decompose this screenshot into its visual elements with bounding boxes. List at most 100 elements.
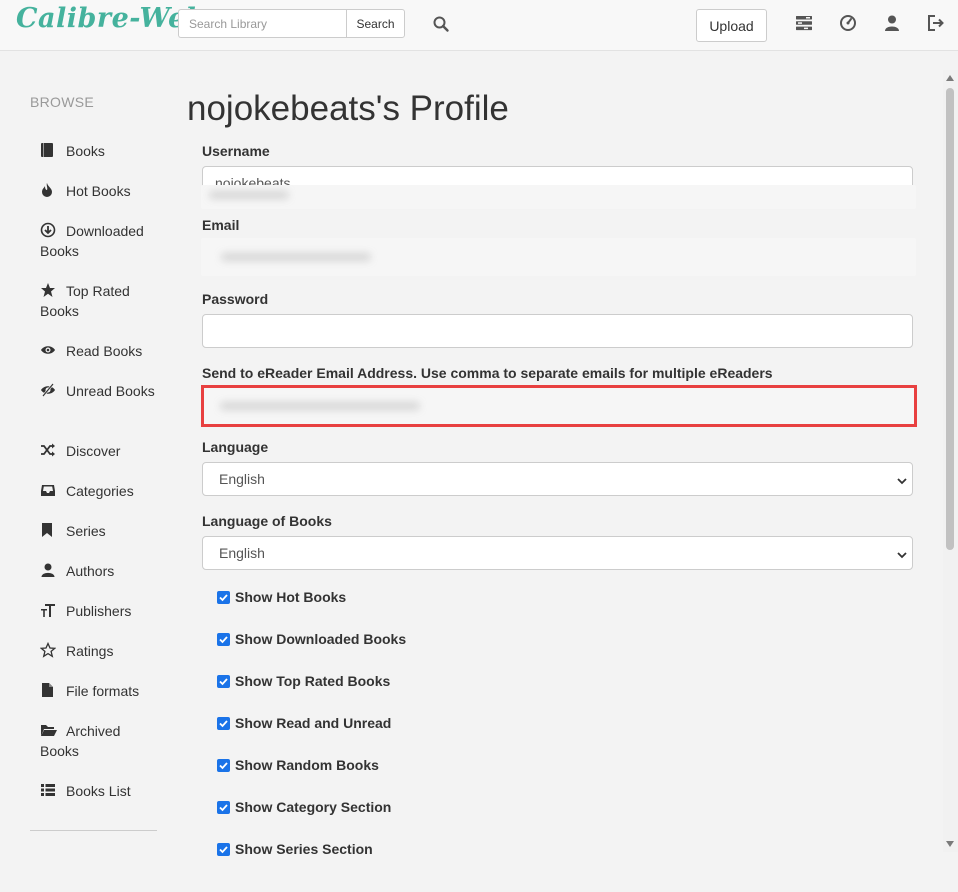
brand-logo[interactable]: Calibre-Web <box>16 3 205 34</box>
checkbox-checked-icon[interactable] <box>217 632 230 646</box>
sidebar-item-read-books[interactable]: Read Books <box>40 341 160 361</box>
checkbox-label: Show Top Rated Books <box>235 673 391 689</box>
tasks-icon[interactable] <box>795 14 813 32</box>
password-field[interactable] <box>202 314 913 348</box>
scroll-up-icon[interactable] <box>946 75 954 81</box>
checkbox-checked-icon[interactable] <box>217 716 230 730</box>
sidebar-divider <box>30 830 157 831</box>
books-language-select-value: English <box>219 545 265 561</box>
sidebar-item-top-rated-books[interactable]: Top Rated Books <box>40 281 160 321</box>
checkbox-checked-icon[interactable] <box>217 758 230 772</box>
eye-off-icon <box>40 382 56 398</box>
sidebar-item-publishers[interactable]: Publishers <box>40 601 160 621</box>
books-language-label: Language of Books <box>202 513 332 529</box>
file-icon <box>40 682 56 698</box>
scrollbar-thumb[interactable] <box>946 88 954 550</box>
search-form: Search <box>178 9 405 38</box>
search-button[interactable]: Search <box>346 9 405 38</box>
checkbox-show-read-and-unread[interactable]: Show Read and Unread <box>217 715 391 731</box>
user-icon[interactable] <box>883 14 901 32</box>
checkbox-checked-icon[interactable] <box>217 590 230 604</box>
upload-button[interactable]: Upload <box>696 9 767 42</box>
bookmark-icon <box>40 522 56 538</box>
dashboard-icon[interactable] <box>839 14 857 32</box>
sidebar-item-categories[interactable]: Categories <box>40 481 160 501</box>
sidebar-item-label: Unread Books <box>66 383 155 399</box>
sidebar-item-series[interactable]: Series <box>40 521 160 541</box>
checkbox-label: Show Hot Books <box>235 589 347 605</box>
username-label: Username <box>202 143 270 159</box>
redacted-smudge <box>221 253 371 261</box>
inbox-icon <box>40 482 56 498</box>
password-label: Password <box>202 291 269 307</box>
scroll-down-icon[interactable] <box>946 841 954 847</box>
search-icon[interactable] <box>432 15 450 33</box>
sidebar-item-ratings[interactable]: Ratings <box>40 641 160 661</box>
language-select-value: English <box>219 471 265 487</box>
eye-icon <box>40 342 56 358</box>
checkbox-label: Show Category Section <box>235 799 392 815</box>
folder-open-icon <box>40 722 57 738</box>
shuffle-icon <box>40 442 56 458</box>
star-outline-icon <box>40 642 56 658</box>
scrollbar[interactable] <box>943 70 958 852</box>
checkbox-label: Show Series Section <box>235 841 373 857</box>
book-icon <box>40 142 56 158</box>
sidebar-item-authors[interactable]: Authors <box>40 561 160 581</box>
chevron-down-icon <box>896 474 908 486</box>
checkbox-label: Show Downloaded Books <box>235 631 407 647</box>
sidebar-item-books-list[interactable]: Books List <box>40 781 160 801</box>
checkbox-show-category-section[interactable]: Show Category Section <box>217 799 391 815</box>
checkbox-show-random-books[interactable]: Show Random Books <box>217 757 379 773</box>
download-icon <box>40 222 56 238</box>
sidebar-heading: BROWSE <box>30 94 95 110</box>
fire-icon <box>40 182 56 198</box>
search-input[interactable] <box>178 9 346 38</box>
sidebar-item-label: Read Books <box>66 343 143 359</box>
checkbox-show-series-section[interactable]: Show Series Section <box>217 841 373 857</box>
sidebar-item-discover[interactable]: Discover <box>40 441 160 461</box>
profile-form: nojokebeats's Profile Username Email Pas… <box>187 51 927 892</box>
ereader-email-field[interactable] <box>201 385 917 427</box>
language-label: Language <box>202 439 269 455</box>
logout-icon[interactable] <box>927 14 945 32</box>
checkbox-checked-icon[interactable] <box>217 842 230 856</box>
list-icon <box>40 782 56 798</box>
sidebar-item-archived-books[interactable]: Archived Books <box>40 721 160 761</box>
sidebar-item-books[interactable]: Books <box>40 141 160 161</box>
author-icon <box>40 562 56 578</box>
checkbox-show-downloaded-books[interactable]: Show Downloaded Books <box>217 631 406 647</box>
page-title: nojokebeats's Profile <box>187 89 509 128</box>
checkbox-show-top-rated-books[interactable]: Show Top Rated Books <box>217 673 390 689</box>
sidebar-item-label: Books List <box>66 783 131 799</box>
sidebar-item-label: Discover <box>66 443 121 459</box>
top-navbar: Calibre-Web Search Upload <box>0 0 958 51</box>
ereader-email-label: Send to eReader Email Address. Use comma… <box>202 365 773 381</box>
sidebar-item-downloaded-books[interactable]: Downloaded Books <box>40 221 160 261</box>
chevron-down-icon <box>896 548 908 560</box>
sidebar-item-label: Categories <box>66 483 134 499</box>
sidebar-item-label: Publishers <box>66 603 132 619</box>
sidebar-item-label: Authors <box>66 563 115 579</box>
checkbox-show-hot-books[interactable]: Show Hot Books <box>217 589 346 605</box>
star-icon <box>40 282 56 298</box>
checkbox-checked-icon[interactable] <box>217 674 230 688</box>
sidebar: BROWSE Books Hot Books Downloaded Books … <box>0 51 160 892</box>
sidebar-item-label: Books <box>66 143 105 159</box>
email-label: Email <box>202 217 240 233</box>
sidebar-item-label: Hot Books <box>66 183 131 199</box>
sidebar-item-unread-books[interactable]: Unread Books <box>40 381 160 401</box>
redacted-smudge <box>220 402 420 410</box>
sidebar-item-file-formats[interactable]: File formats <box>40 681 160 701</box>
books-language-select[interactable]: English <box>202 536 913 570</box>
sidebar-item-label: Ratings <box>66 643 114 659</box>
checkbox-label: Show Random Books <box>235 757 379 773</box>
redacted-region <box>201 185 916 209</box>
sidebar-item-hot-books[interactable]: Hot Books <box>40 181 160 201</box>
checkbox-checked-icon[interactable] <box>217 800 230 814</box>
sidebar-item-label: File formats <box>66 683 140 699</box>
language-select[interactable]: English <box>202 462 913 496</box>
sidebar-item-label: Series <box>66 523 106 539</box>
redacted-smudge <box>209 191 289 199</box>
text-size-icon <box>40 602 56 618</box>
